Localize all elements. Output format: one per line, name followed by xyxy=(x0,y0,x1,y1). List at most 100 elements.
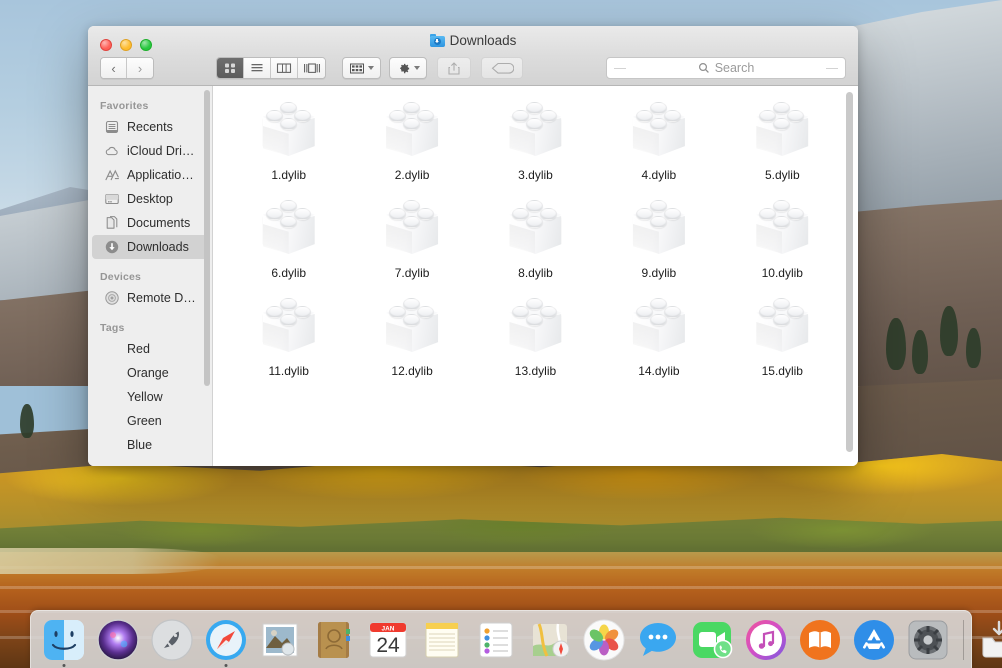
file-grid-area[interactable]: 1.dylib 2.dylib 3.dylib 4.dylib 5.dylib 6.dyl… xyxy=(213,86,858,466)
wallpaper-evergreen xyxy=(966,328,981,368)
sidebar-item-remote-disc[interactable]: Remote D… xyxy=(92,286,208,310)
search-field[interactable]: Search xyxy=(606,57,846,79)
dylib-icon xyxy=(750,294,814,358)
file-item[interactable]: 3.dylib xyxy=(474,98,597,182)
forward-button[interactable]: › xyxy=(127,58,153,78)
dock-item-safari[interactable] xyxy=(201,616,251,667)
sidebar-item-tag-yellow[interactable]: Yellow xyxy=(92,385,208,409)
dock-item-system-preferences[interactable] xyxy=(903,616,953,666)
dock-item-launchpad[interactable] xyxy=(147,616,197,666)
dock-item-mail[interactable] xyxy=(255,616,305,666)
wallpaper-evergreen xyxy=(20,404,34,438)
tag-dot-icon xyxy=(104,389,120,405)
sidebar-item-label: Desktop xyxy=(127,192,173,206)
content-scrollbar[interactable] xyxy=(846,92,853,452)
tag-dot-icon xyxy=(104,413,120,429)
file-name-label: 12.dylib xyxy=(391,364,433,378)
file-name-label: 1.dylib xyxy=(271,168,307,182)
finder-icon xyxy=(42,618,86,662)
dock-item-downloads-stack[interactable] xyxy=(974,616,1002,666)
file-item[interactable]: 13.dylib xyxy=(474,294,597,378)
file-item[interactable]: 5.dylib xyxy=(721,98,844,182)
contacts-icon xyxy=(312,618,356,662)
file-item[interactable]: 6.dylib xyxy=(227,196,350,280)
file-name-label: 6.dylib xyxy=(271,266,307,280)
sidebar-item-label: Green xyxy=(127,414,162,428)
sidebar-item-downloads[interactable]: Downloads xyxy=(92,235,208,259)
sidebar-item-label: iCloud Dri… xyxy=(127,144,195,158)
file-item[interactable]: 2.dylib xyxy=(350,98,473,182)
file-item[interactable]: 11.dylib xyxy=(227,294,350,378)
dock-item-app-store[interactable] xyxy=(849,616,899,666)
file-item[interactable]: 15.dylib xyxy=(721,294,844,378)
dylib-icon xyxy=(257,98,321,162)
file-grid: 1.dylib 2.dylib 3.dylib 4.dylib 5.dylib 6.dyl… xyxy=(213,86,858,378)
share-button[interactable] xyxy=(437,57,471,79)
page-title: Downloads xyxy=(449,33,517,48)
dock-item-facetime[interactable] xyxy=(687,616,737,666)
file-item[interactable]: 10.dylib xyxy=(721,196,844,280)
sidebar-item-recents[interactable]: Recents xyxy=(92,115,208,139)
sidebar-item-label: Documents xyxy=(127,216,191,230)
dock-item-messages[interactable] xyxy=(633,616,683,666)
sidebar-item-desktop[interactable]: Desktop xyxy=(92,187,208,211)
arrange-button[interactable] xyxy=(342,57,381,79)
photos-icon xyxy=(582,618,626,662)
icon-view-button[interactable] xyxy=(217,58,244,78)
gear-icon xyxy=(400,63,410,73)
siri-icon xyxy=(96,618,140,662)
sidebar-item-tag-green[interactable]: Green xyxy=(92,409,208,433)
calendar-day-label: 24 xyxy=(376,634,400,657)
list-view-button[interactable] xyxy=(244,58,271,78)
finder-window[interactable]: Downloads ‹ › Search Favorites Recents i… xyxy=(88,26,858,466)
list-view-icon xyxy=(251,64,263,72)
sidebar-item-icloud-drive[interactable]: iCloud Dri… xyxy=(92,139,208,163)
action-button[interactable] xyxy=(389,57,427,79)
file-item[interactable]: 4.dylib xyxy=(597,98,720,182)
sidebar-item-tag-red[interactable]: Red xyxy=(92,337,208,361)
file-item[interactable]: 12.dylib xyxy=(350,294,473,378)
running-indicator xyxy=(224,664,228,667)
dock-separator xyxy=(963,620,964,660)
file-name-label: 15.dylib xyxy=(761,364,803,378)
sidebar-section-favorites: Favorites xyxy=(100,100,149,112)
file-name-label: 14.dylib xyxy=(638,364,680,378)
sidebar-item-tag-blue[interactable]: Blue xyxy=(92,433,208,457)
navigation-buttons[interactable]: ‹ › xyxy=(100,57,154,79)
dock-item-reminders[interactable] xyxy=(471,616,521,666)
file-item[interactable]: 9.dylib xyxy=(597,196,720,280)
running-indicator xyxy=(62,664,66,667)
dock-item-siri[interactable] xyxy=(93,616,143,666)
dock-item-itunes[interactable] xyxy=(741,616,791,666)
file-item[interactable]: 14.dylib xyxy=(597,294,720,378)
sidebar-item-documents[interactable]: Documents xyxy=(92,211,208,235)
sidebar-scrollbar[interactable] xyxy=(204,90,210,386)
gallery-view-button[interactable] xyxy=(298,58,325,78)
column-view-button[interactable] xyxy=(271,58,298,78)
dock-item-photos[interactable] xyxy=(579,616,629,666)
view-mode-segmented-control[interactable] xyxy=(216,57,326,79)
dock-item-notes[interactable] xyxy=(417,616,467,666)
wallpaper-evergreen xyxy=(886,318,906,370)
file-name-label: 4.dylib xyxy=(641,168,677,182)
sidebar-item-tag-orange[interactable]: Orange xyxy=(92,361,208,385)
dock-item-calendar[interactable]: JAN 24 xyxy=(363,616,413,666)
back-button[interactable]: ‹ xyxy=(101,58,127,78)
search-placeholder: Search xyxy=(714,61,755,75)
tag-icon xyxy=(491,62,514,74)
file-item[interactable]: 1.dylib xyxy=(227,98,350,182)
sidebar-section-devices: Devices xyxy=(100,271,142,283)
dylib-icon xyxy=(257,294,321,358)
dock-item-ibooks[interactable] xyxy=(795,616,845,666)
sidebar[interactable]: Favorites Recents iCloud Dri… Applicatio… xyxy=(88,86,213,466)
sidebar-item-applications[interactable]: Applicatio… xyxy=(92,163,208,187)
dock-item-contacts[interactable] xyxy=(309,616,359,666)
dock-item-finder[interactable] xyxy=(39,616,89,667)
file-item[interactable]: 7.dylib xyxy=(350,196,473,280)
dock[interactable]: JAN 24 xyxy=(30,610,1002,668)
edit-tags-button[interactable] xyxy=(481,57,523,79)
dock-item-maps[interactable] xyxy=(525,616,575,666)
file-item[interactable]: 8.dylib xyxy=(474,196,597,280)
arrange-icon xyxy=(350,63,364,73)
window-toolbar[interactable]: Downloads ‹ › Search xyxy=(88,26,858,86)
